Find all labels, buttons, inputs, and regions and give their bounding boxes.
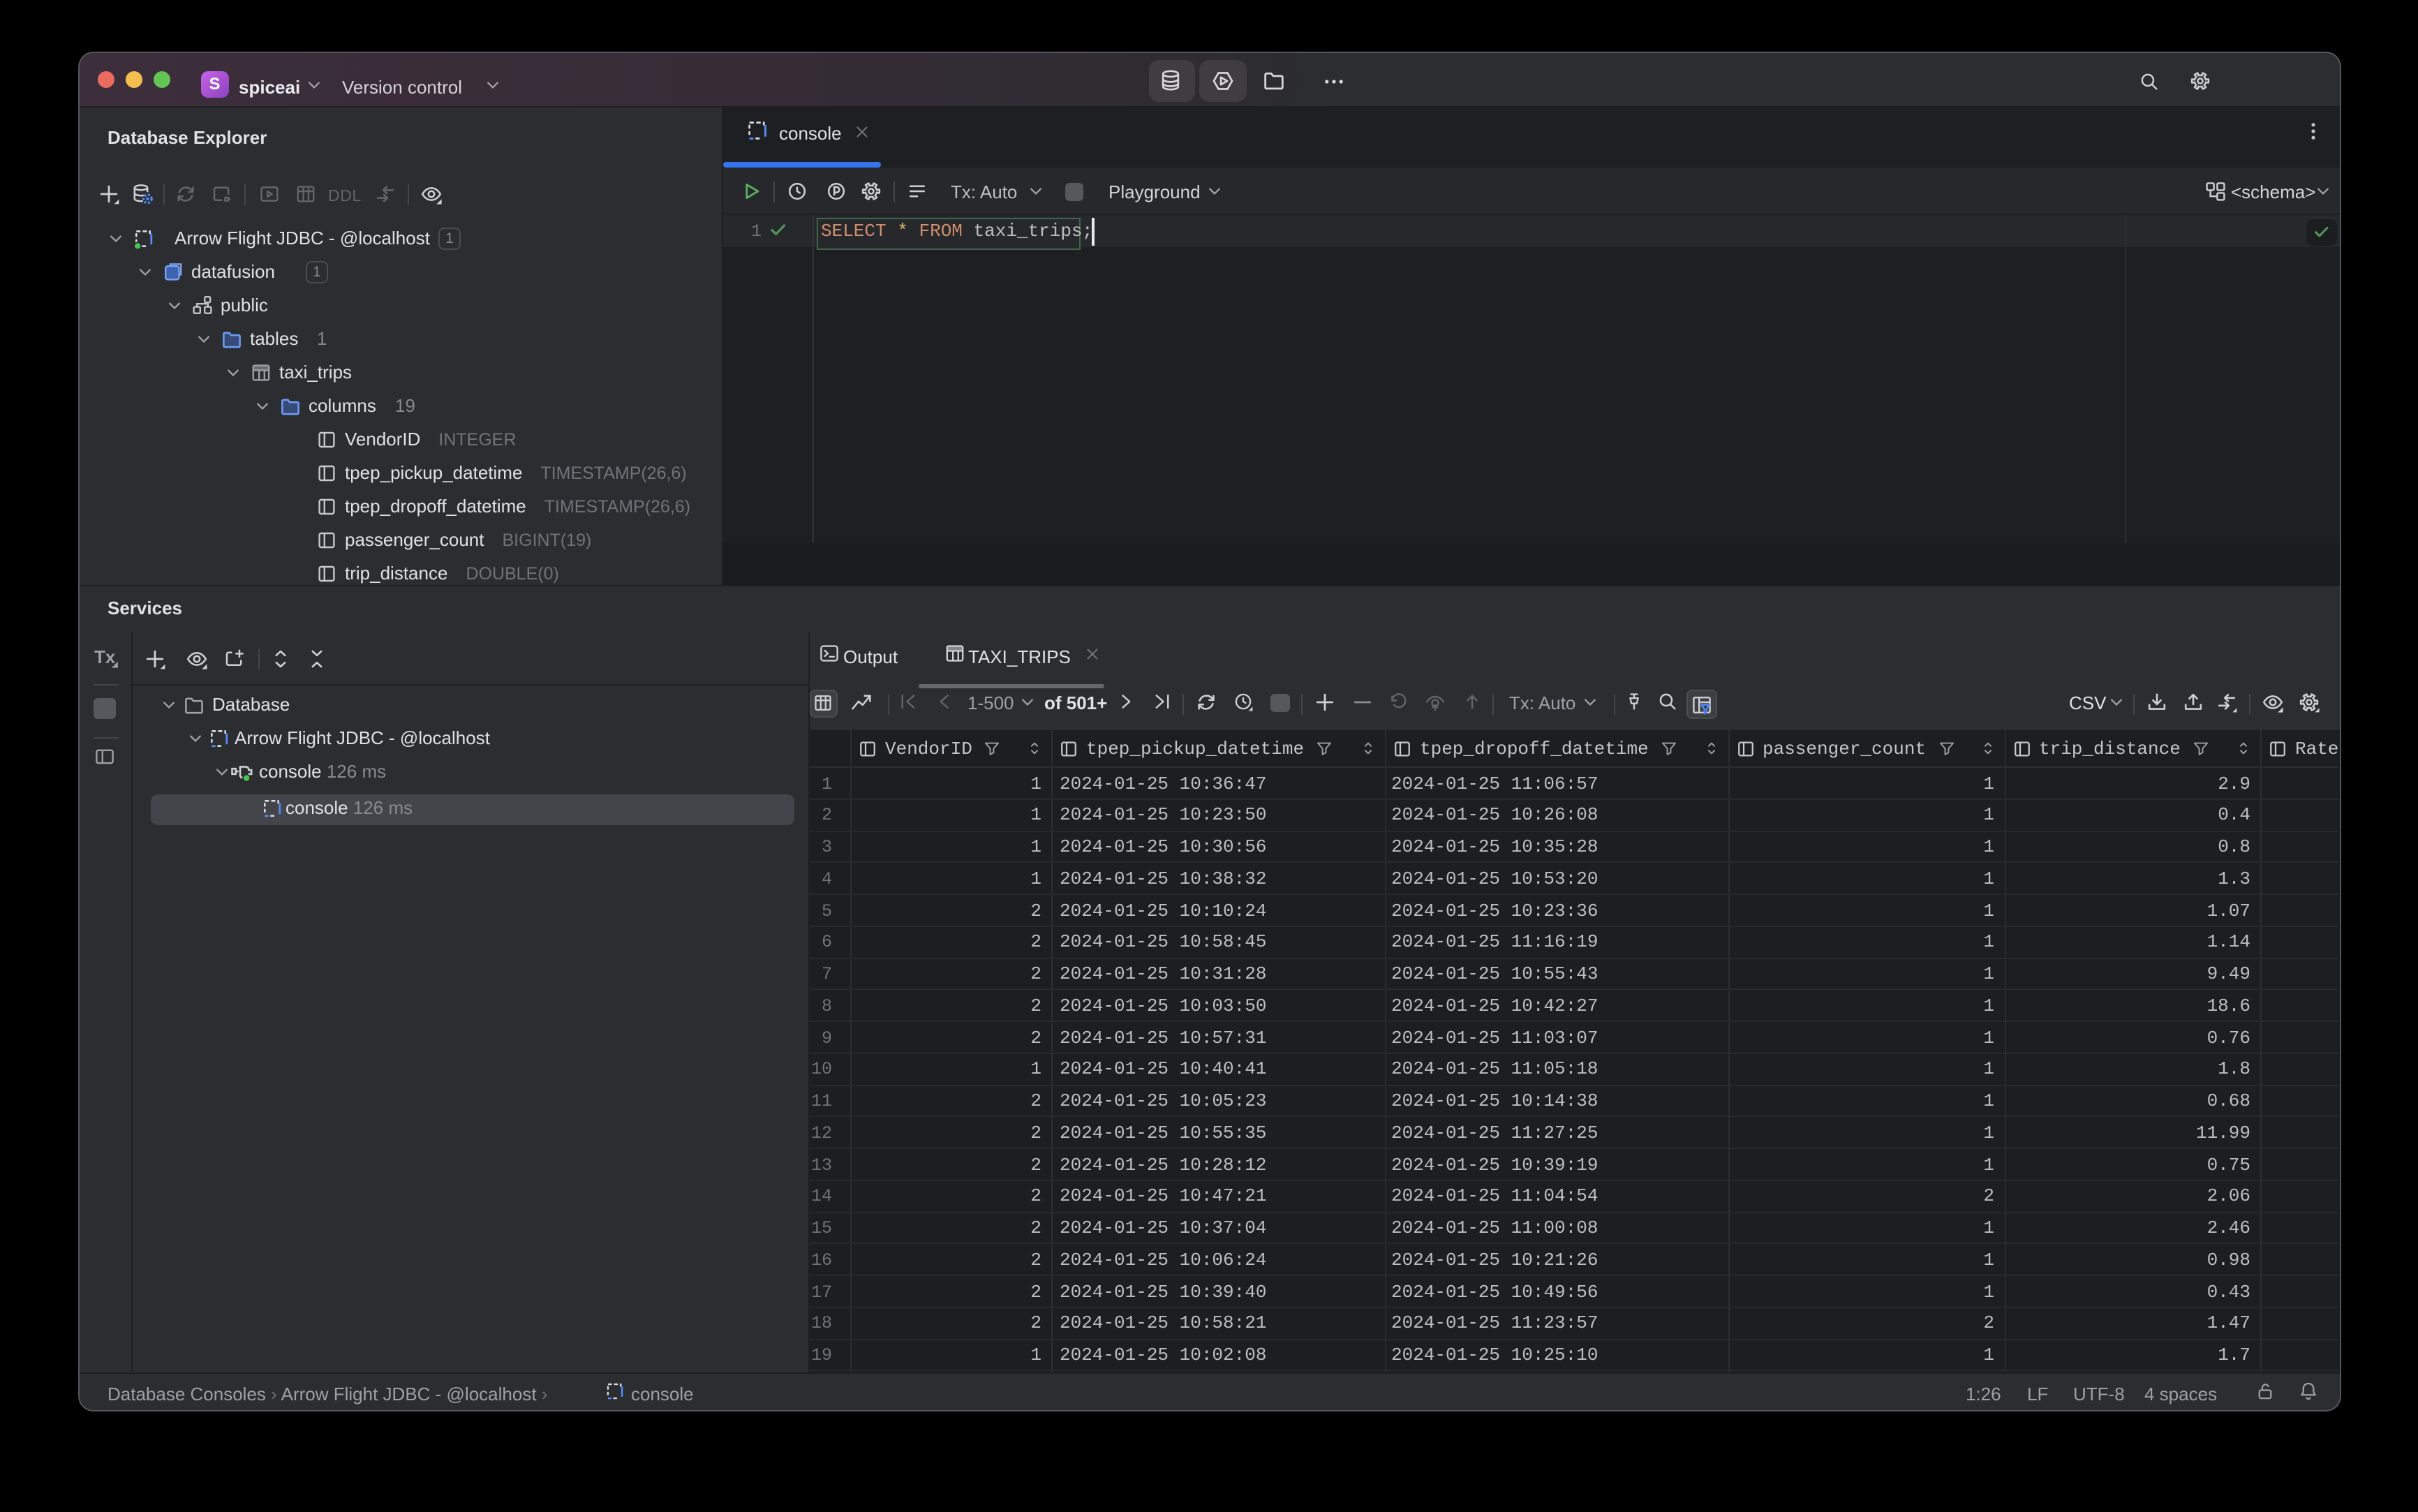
svg-text:Tx: Tx: [94, 648, 116, 667]
